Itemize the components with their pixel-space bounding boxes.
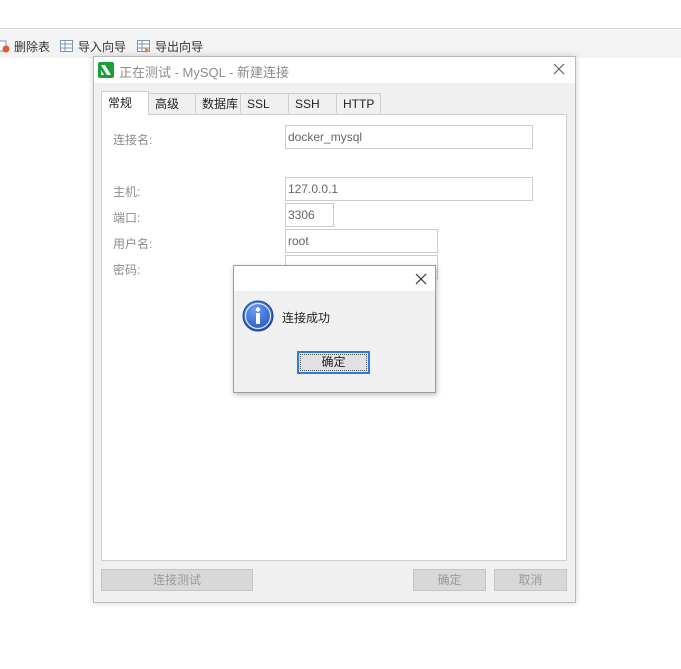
alert-titlebar	[234, 266, 435, 291]
dialog-title: 正在测试 - MySQL - 新建连接	[119, 65, 289, 80]
info-icon	[242, 300, 274, 332]
username-label: 用户名:	[113, 237, 153, 251]
delete-table-button[interactable]: 删除表	[0, 38, 50, 54]
cancel-button[interactable]: 取消	[494, 569, 567, 591]
port-input[interactable]: 3306	[285, 203, 334, 227]
import-wizard-button[interactable]: 导入向导	[60, 38, 126, 54]
import-wizard-icon	[60, 39, 73, 52]
export-wizard-button[interactable]: 导出向导	[137, 38, 203, 54]
alert-close-icon[interactable]	[414, 272, 428, 286]
navicat-app-icon	[98, 62, 114, 78]
delete-table-icon	[0, 40, 10, 52]
password-label: 密码:	[113, 263, 141, 277]
toolbar: 删除表 导入向导 导出向导	[0, 30, 681, 58]
tab-general[interactable]: 常规	[101, 91, 149, 115]
tab-ssl[interactable]: SSL	[240, 93, 289, 113]
delete-table-label: 删除表	[14, 39, 51, 54]
tab-database[interactable]: 数据库	[195, 93, 241, 113]
alert-message: 连接成功	[282, 311, 331, 325]
import-wizard-label: 导入向导	[78, 39, 127, 54]
host-label: 主机:	[113, 185, 141, 199]
port-label: 端口:	[113, 211, 141, 225]
export-wizard-label: 导出向导	[155, 39, 204, 54]
tab-http[interactable]: HTTP	[336, 93, 381, 113]
username-input[interactable]: root	[285, 229, 438, 253]
connection-name-input[interactable]: docker_mysql	[285, 125, 533, 149]
success-alert: 连接成功 确定	[233, 265, 436, 393]
tab-ssh[interactable]: SSH	[288, 93, 337, 113]
tab-advanced[interactable]: 高级	[148, 93, 196, 113]
connection-name-label: 连接名:	[113, 133, 153, 147]
host-input[interactable]: 127.0.0.1	[285, 177, 533, 201]
alert-ok-button[interactable]: 确定	[297, 351, 370, 374]
top-divider	[0, 28, 681, 29]
ok-button[interactable]: 确定	[413, 569, 486, 591]
export-wizard-icon	[137, 39, 150, 53]
test-connection-button[interactable]: 连接测试	[101, 569, 253, 591]
dialog-close-icon[interactable]	[551, 61, 567, 77]
dialog-titlebar: 正在测试 - MySQL - 新建连接	[94, 57, 575, 83]
